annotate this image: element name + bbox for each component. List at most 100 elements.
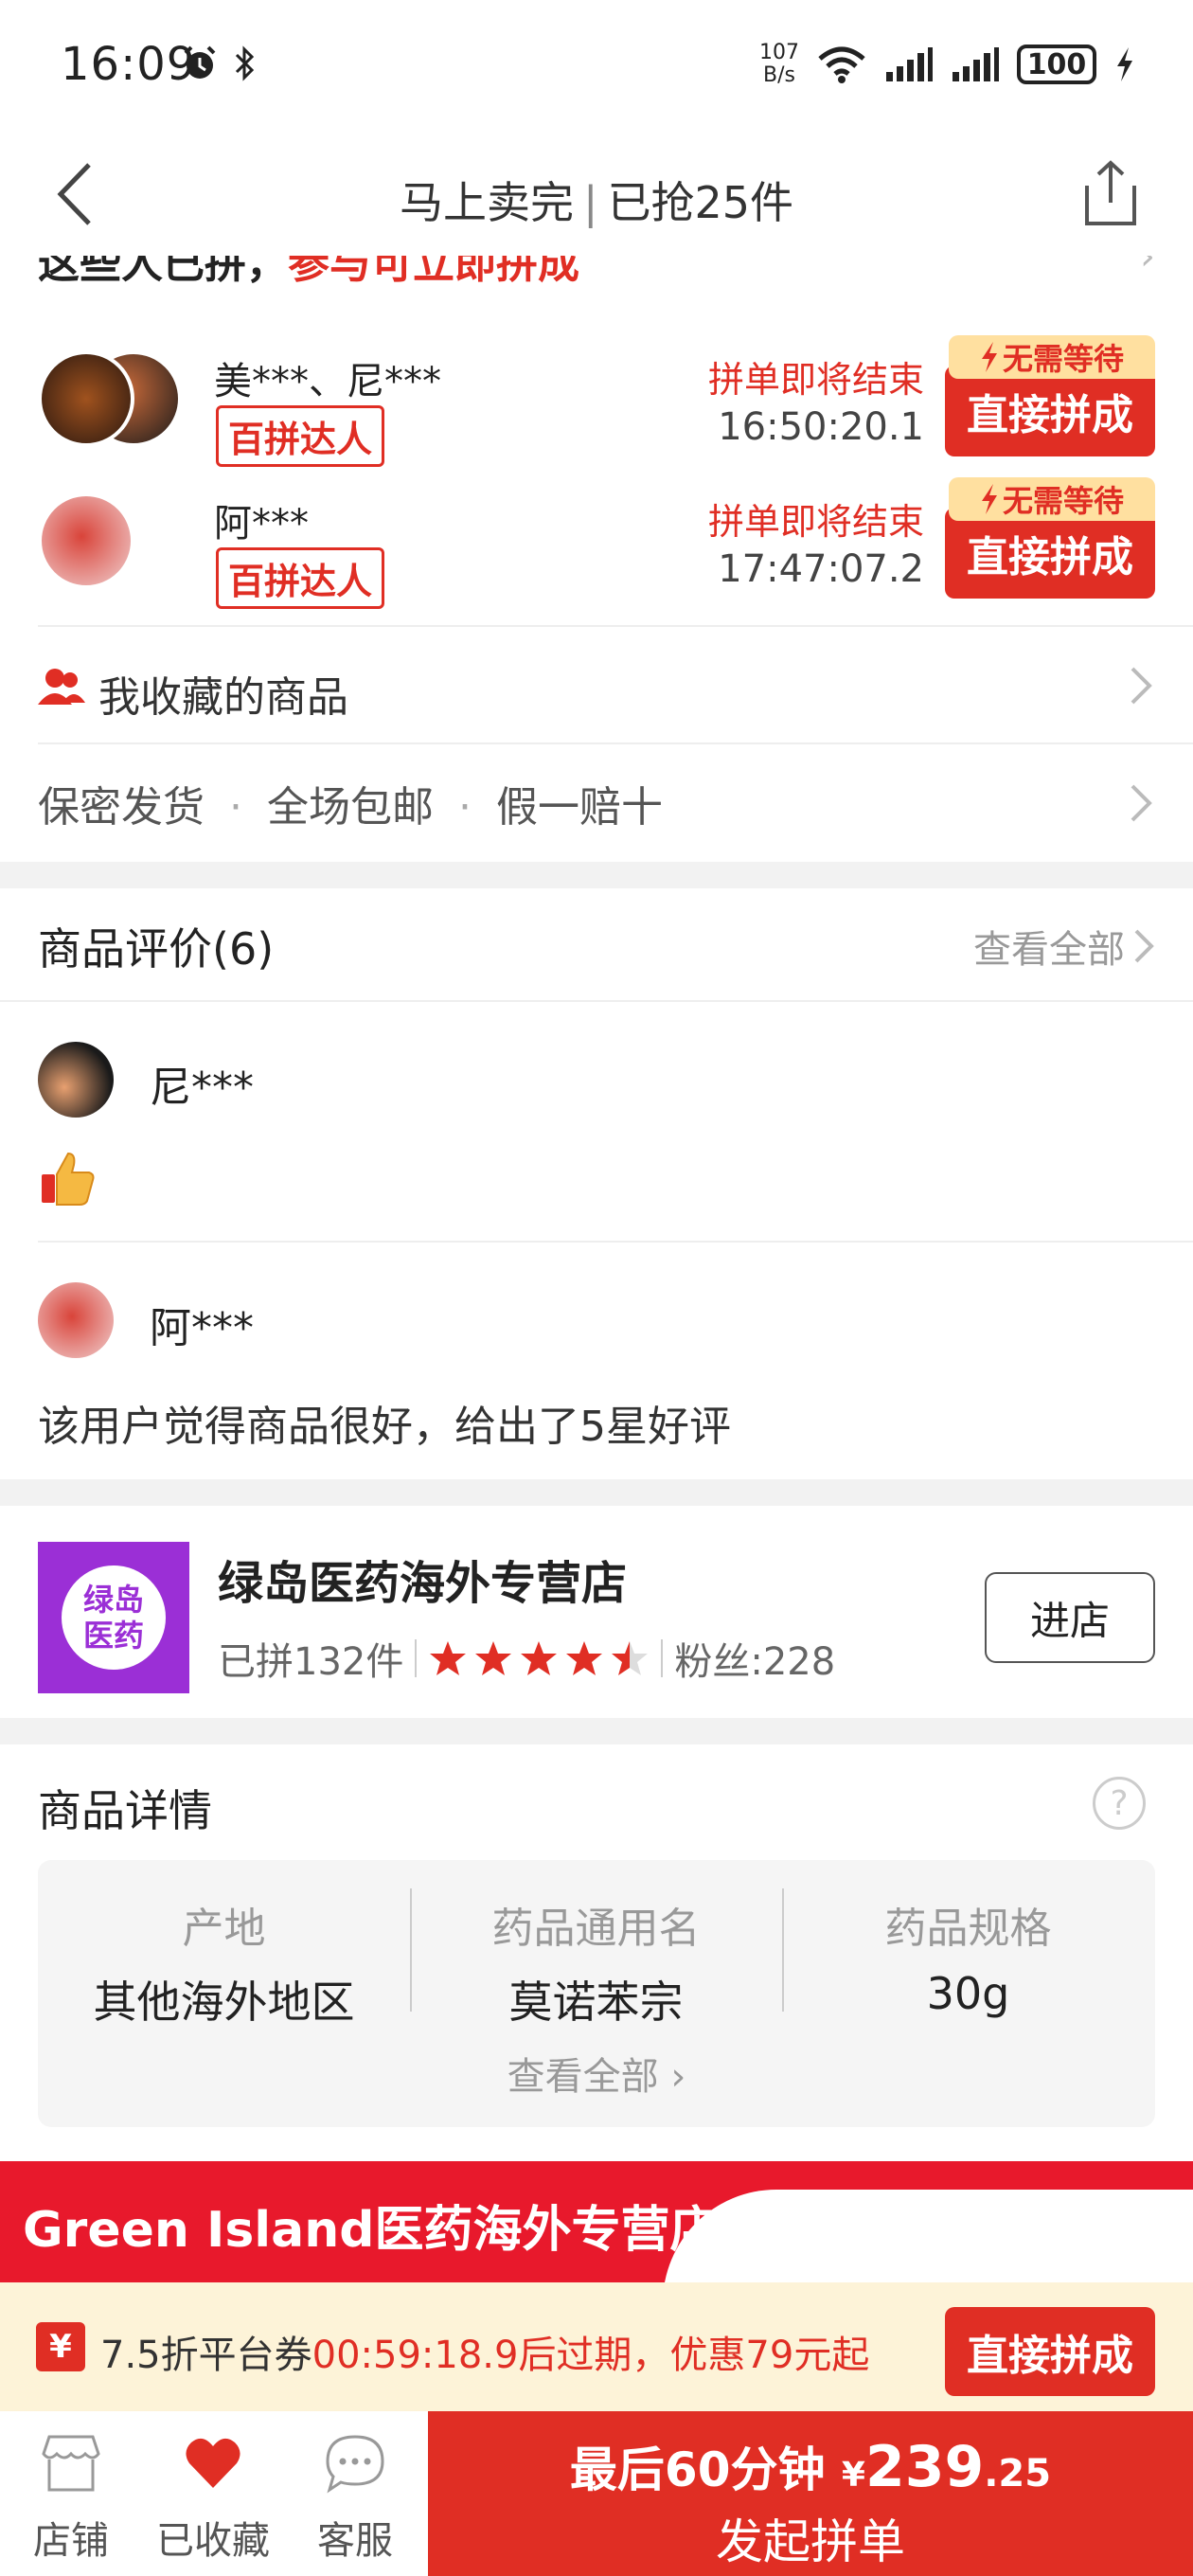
detail-key: 药品规格 [884, 1905, 1052, 1953]
store-icon [42, 2435, 100, 2492]
chevron-right-icon: › [1140, 256, 1155, 278]
no-wait-tag: 无需等待 [949, 477, 1155, 521]
store-logo[interactable]: 绿岛 医药 [38, 1542, 189, 1693]
detail-key: 产地 [182, 1905, 266, 1953]
bluetooth-icon [235, 45, 255, 81]
lightning-icon [981, 484, 997, 514]
share-icon[interactable] [1079, 157, 1142, 229]
section-gap [0, 1718, 1193, 1744]
page-title: 马上卖完 | 已抢25件 [399, 177, 794, 228]
join-group-button[interactable]: 直接拼成 [945, 366, 1155, 456]
reviews-title: 商品评价(6) [38, 923, 275, 975]
reviews-see-all[interactable]: 查看全部 [973, 919, 1155, 974]
status-time: 16:09 [61, 38, 197, 91]
group-row: 美***、尼*** 百拼达人 拼单即将结束 16:50:20.1 直接拼成 无需… [0, 322, 1193, 467]
start-group-button[interactable]: 最后60分钟 ¥239.25 发起拼单 [428, 2411, 1193, 2576]
status-right-icons: 107 B/s 100 [759, 42, 1136, 87]
group-banner-black: 这些人已拼， [38, 256, 288, 288]
avatar-group [38, 350, 189, 455]
favorites-link[interactable]: 我收藏的商品 [0, 627, 1193, 744]
signal-icon-2 [953, 47, 999, 81]
group-banner-text: 这些人已拼，参与可立即拼成 [38, 256, 579, 290]
avatar [38, 350, 134, 447]
review-author: 尼*** [150, 1064, 254, 1112]
avatar [38, 1042, 114, 1118]
promo-product-image [663, 2190, 1193, 2284]
logo-line: 绿岛 [82, 1582, 144, 1618]
coupon-text: 7.5折平台券00:59:18.9后过期，优惠79元起 [100, 2324, 869, 2379]
chevron-right-icon: › [670, 2055, 686, 2099]
cta-price-line: 最后60分钟 ¥239.25 [428, 2432, 1193, 2500]
bottom-bar: 店铺 已收藏 客服 最后60分钟 ¥239.25 发起拼单 [0, 2411, 1193, 2576]
people-icon [38, 669, 85, 705]
review-author: 阿*** [150, 1304, 254, 1352]
detail-generic-name: 药品通用名 莫诺苯宗 [410, 1894, 782, 2030]
detail-value: 其他海外地区 [93, 1977, 355, 2028]
wifi-icon [818, 46, 865, 83]
group-banner[interactable]: 这些人已拼，参与可立即拼成 › [0, 256, 1193, 294]
net-speed-value: 107 [759, 41, 799, 64]
detail-spec: 药品规格 30g [782, 1894, 1154, 2019]
group-row: 阿*** 百拼达人 拼单即将结束 17:47:07.2 直接拼成 无需等待 [0, 464, 1193, 609]
review-text: 该用户觉得商品很好，给出了5星好评 [38, 1403, 731, 1451]
join-group-button[interactable]: 直接拼成 [945, 508, 1155, 599]
chat-icon [326, 2435, 384, 2494]
detail-value: 30g [926, 1968, 1010, 2019]
section-gap [0, 1479, 1193, 1506]
coupon-prefix: 7.5折平台券 [100, 2334, 312, 2377]
alarm-icon [184, 45, 216, 79]
detail-key: 药品通用名 [491, 1905, 701, 1953]
coupon-bar: ¥ 7.5折平台券00:59:18.9后过期，优惠79元起 直接拼成 [0, 2282, 1193, 2411]
store-meta: 已拼132件 粉丝:228 [218, 1631, 835, 1686]
status-left-icons [180, 44, 258, 83]
tab-customer-service[interactable]: 客服 [284, 2430, 426, 2565]
star-icon [475, 1641, 512, 1675]
favorites-label: 我收藏的商品 [98, 673, 348, 722]
enter-store-button[interactable]: 进店 [985, 1572, 1155, 1663]
group-names: 美***、尼*** [214, 360, 441, 403]
cta-label: 发起拼单 [716, 2514, 905, 2569]
help-icon[interactable]: ? [1093, 1777, 1146, 1830]
no-wait-label: 无需等待 [1002, 483, 1124, 519]
detail-value: 莫诺苯宗 [508, 1977, 684, 2028]
promo-banner[interactable]: Green Island医药海外专营店 [0, 2161, 1193, 2284]
service-item: 假一赔十 [496, 783, 663, 832]
group-badge: 百拼达人 [216, 547, 385, 609]
charging-icon [1117, 47, 1132, 81]
group-names: 阿*** [214, 502, 309, 546]
star-icon [521, 1641, 558, 1675]
services-list: 保密发货 · 全场包邮 · 假一赔十 [38, 783, 663, 832]
tab-favorited[interactable]: 已收藏 [142, 2430, 284, 2565]
group-badge: 百拼达人 [216, 405, 385, 467]
store-rating-stars [428, 1639, 650, 1677]
star-icon [430, 1641, 467, 1675]
lightning-icon [981, 342, 997, 372]
tab-store[interactable]: 店铺 [0, 2430, 142, 2565]
cta-currency: ¥ [841, 2456, 865, 2495]
cta-prefix: 最后60分钟 [569, 2442, 826, 2497]
details-card: 产地 其他海外地区 药品通用名 莫诺苯宗 药品规格 30g 查看全部 › [38, 1860, 1155, 2127]
store-name[interactable]: 绿岛医药海外专营店 [218, 1546, 627, 1612]
group-countdown: 16:50:20.1 [718, 405, 924, 449]
coupon-join-button[interactable]: 直接拼成 [945, 2307, 1155, 2396]
details-title: 商品详情 [38, 1785, 212, 1836]
battery-icon: 100 [1017, 45, 1096, 84]
store-fans: 粉丝:228 [674, 1640, 836, 1684]
nav-bar: 马上卖完 | 已抢25件 [0, 133, 1193, 256]
divider [0, 1000, 1193, 1002]
details-see-all[interactable]: 查看全部 › [38, 2046, 1155, 2101]
promo-banner-text: Green Island医药海外专营店 [23, 2202, 720, 2259]
net-speed: 107 B/s [759, 42, 799, 87]
tab-label: 已收藏 [156, 2519, 270, 2563]
coupon-expiry: 00:59:18.9后过期，优惠79元起 [312, 2334, 870, 2377]
avatar [38, 1282, 114, 1358]
cta-price-int: 239 [864, 2434, 985, 2500]
title-sold-out: 马上卖完 [399, 177, 574, 228]
half-star-icon [612, 1641, 649, 1675]
avatar-group [38, 492, 189, 597]
chevron-right-icon [1134, 929, 1154, 963]
logo-line: 医药 [82, 1618, 144, 1654]
no-wait-tag: 无需等待 [949, 335, 1155, 379]
avatar [38, 492, 134, 589]
group-ending-label: 拼单即将结束 [707, 501, 924, 543]
